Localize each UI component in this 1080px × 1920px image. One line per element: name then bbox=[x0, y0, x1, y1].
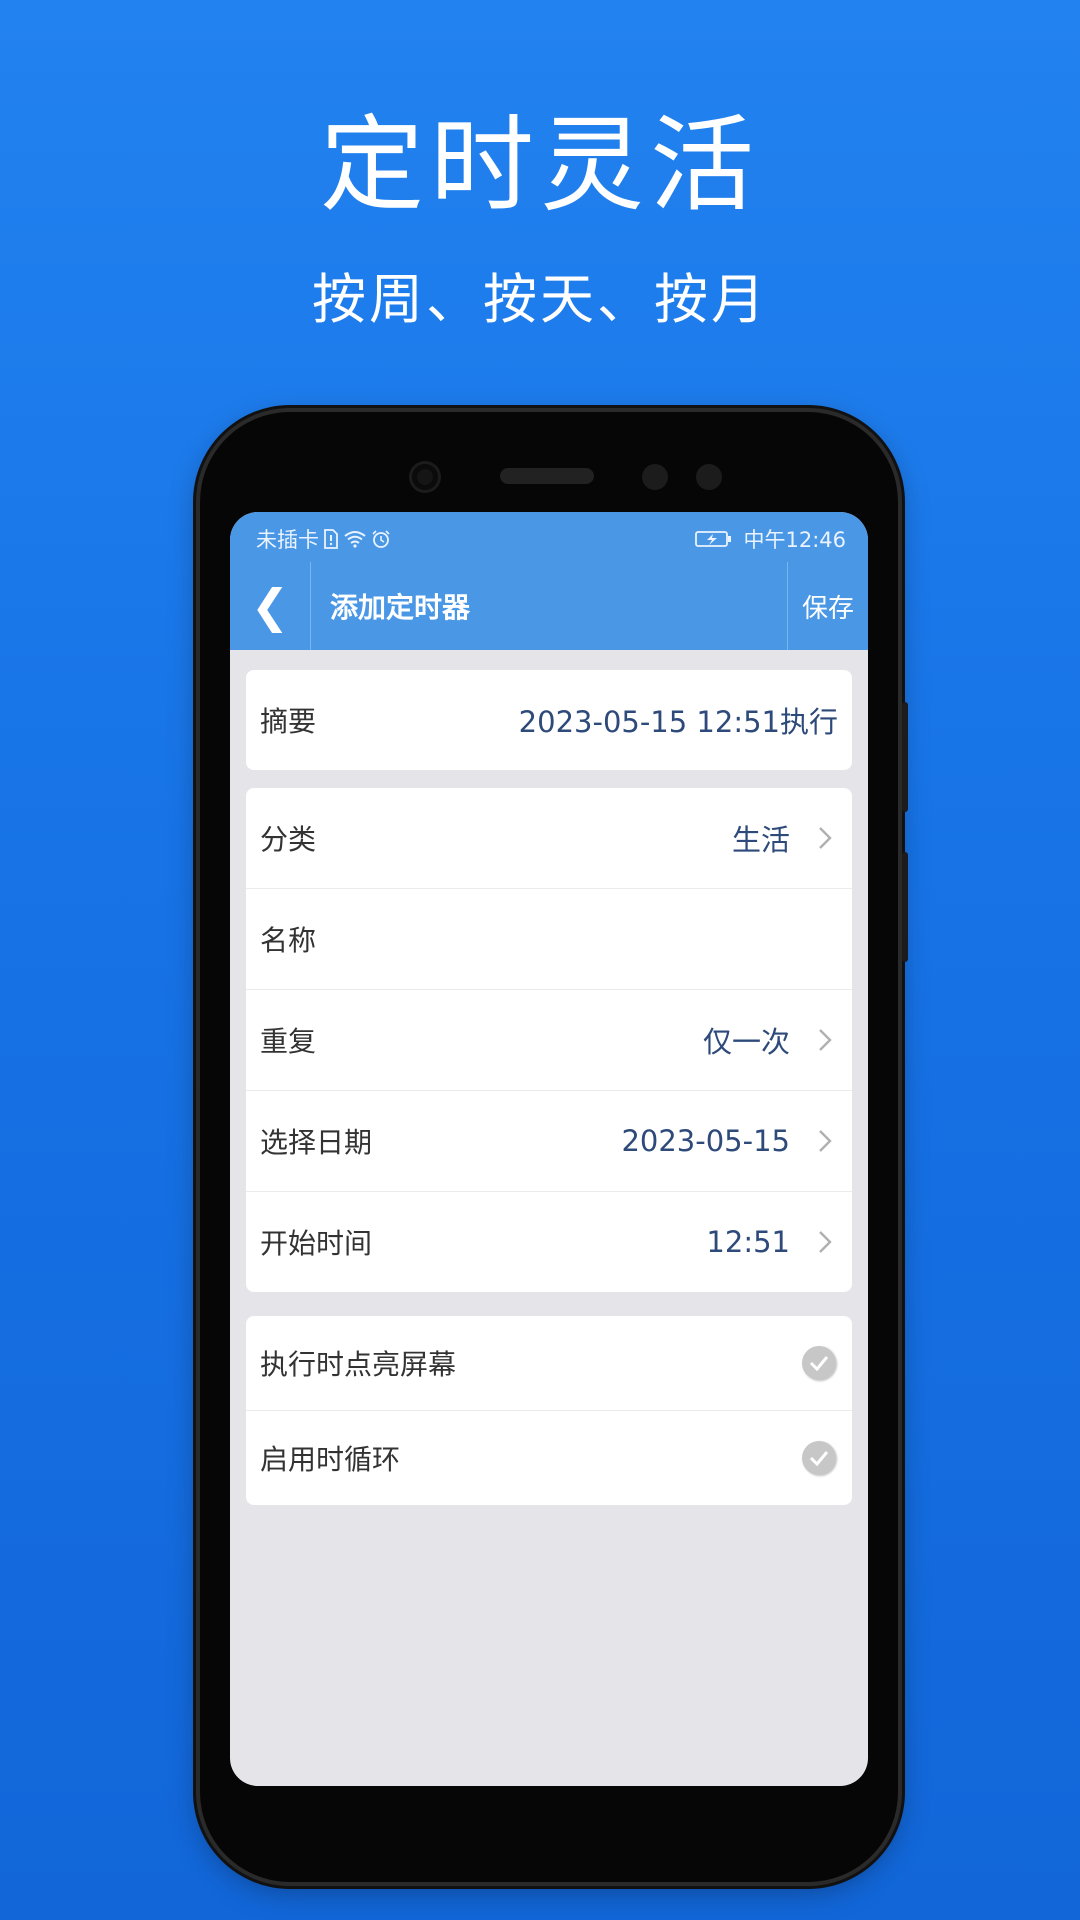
check-icon bbox=[809, 1356, 829, 1371]
carrier-text: 未插卡 bbox=[256, 528, 319, 552]
phone-screen: 未插卡 中午12:46 ❮ 添加定时器 保存 摘要 2023-05-15 12:… bbox=[230, 512, 868, 1786]
chevron-right-icon bbox=[819, 1231, 832, 1253]
chevron-right-icon bbox=[819, 1029, 832, 1051]
start-time-label: 开始时间 bbox=[260, 1227, 373, 1260]
wake-screen-checkbox[interactable] bbox=[802, 1346, 836, 1380]
start-time-value: 12:51 bbox=[706, 1225, 790, 1259]
loop-label: 启用时循环 bbox=[260, 1443, 401, 1476]
promo-title: 定时灵活 bbox=[319, 104, 760, 226]
summary-label: 摘要 bbox=[260, 705, 317, 738]
status-bar: 未插卡 中午12:46 bbox=[230, 512, 868, 562]
settings-card: 分类 生活 名称 重复 仅一次 选择日期 2023-05-15 开始时间 12:… bbox=[246, 788, 852, 1292]
phone-frame: 未插卡 中午12:46 ❮ 添加定时器 保存 摘要 2023-05-15 12:… bbox=[200, 412, 908, 1882]
summary-row: 摘要 2023-05-15 12:51执行 bbox=[246, 670, 852, 770]
sensor bbox=[696, 464, 722, 490]
category-row[interactable]: 分类 生活 bbox=[246, 788, 852, 888]
phone-side-button bbox=[902, 852, 908, 962]
repeat-row[interactable]: 重复 仅一次 bbox=[246, 989, 852, 1090]
alarm-icon bbox=[372, 530, 390, 548]
sensor bbox=[642, 464, 668, 490]
repeat-label: 重复 bbox=[260, 1025, 317, 1058]
start-time-row[interactable]: 开始时间 12:51 bbox=[246, 1191, 852, 1292]
summary-value: 2023-05-15 12:51执行 bbox=[518, 705, 838, 739]
name-label: 名称 bbox=[260, 924, 317, 957]
earpiece-speaker bbox=[500, 468, 594, 484]
chevron-right-icon bbox=[819, 827, 832, 849]
wake-screen-row: 执行时点亮屏幕 bbox=[246, 1316, 852, 1410]
name-row[interactable]: 名称 bbox=[246, 888, 852, 989]
app-header: 未插卡 中午12:46 ❮ 添加定时器 保存 bbox=[230, 512, 868, 650]
divider bbox=[310, 562, 311, 650]
navbar: ❮ 添加定时器 保存 bbox=[230, 562, 868, 650]
back-button[interactable]: ❮ bbox=[230, 562, 310, 650]
promo-subtitle: 按周、按天、按月 bbox=[312, 268, 768, 331]
wake-screen-label: 执行时点亮屏幕 bbox=[260, 1348, 457, 1381]
date-label: 选择日期 bbox=[260, 1126, 373, 1159]
battery-charging-icon bbox=[695, 531, 732, 547]
category-value: 生活 bbox=[731, 823, 790, 857]
date-row[interactable]: 选择日期 2023-05-15 bbox=[246, 1090, 852, 1191]
phone-side-button bbox=[902, 702, 908, 812]
loop-row: 启用时循环 bbox=[246, 1410, 852, 1505]
loop-checkbox[interactable] bbox=[802, 1441, 836, 1475]
page-title: 添加定时器 bbox=[330, 591, 471, 624]
chevron-right-icon bbox=[819, 1130, 832, 1152]
sim-icon bbox=[324, 529, 338, 549]
repeat-value: 仅一次 bbox=[702, 1025, 790, 1059]
check-icon bbox=[809, 1451, 829, 1466]
wifi-icon bbox=[344, 531, 366, 548]
options-card: 执行时点亮屏幕 启用时循环 bbox=[246, 1316, 852, 1505]
front-camera bbox=[412, 464, 438, 490]
date-value: 2023-05-15 bbox=[621, 1124, 790, 1158]
clock-text: 中午12:46 bbox=[743, 528, 846, 552]
summary-card: 摘要 2023-05-15 12:51执行 bbox=[246, 670, 852, 770]
category-label: 分类 bbox=[260, 823, 317, 856]
save-button[interactable]: 保存 bbox=[788, 562, 868, 650]
